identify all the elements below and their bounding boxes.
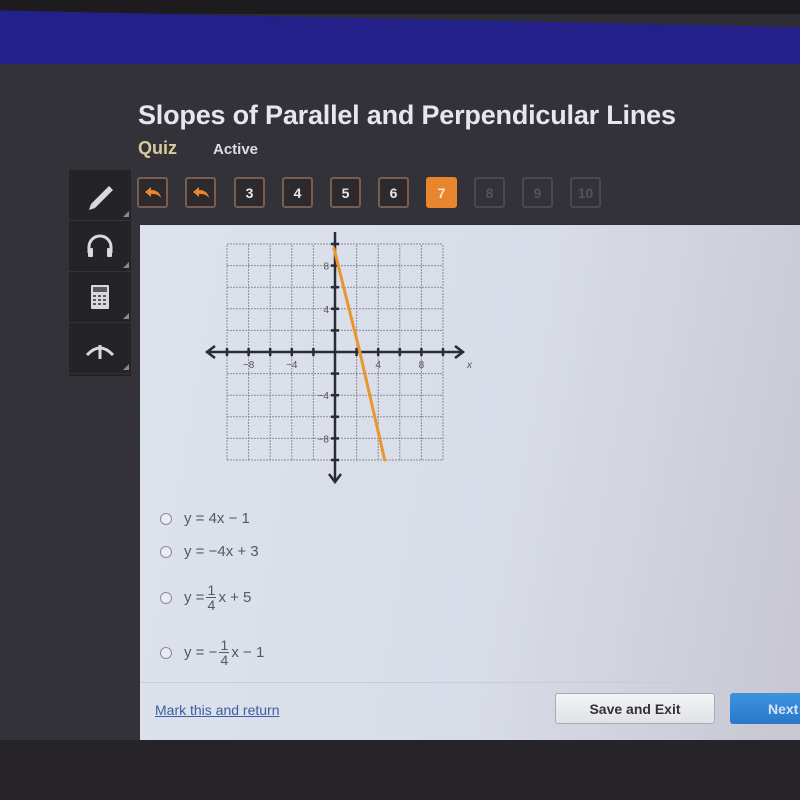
collapse-arrow-icon [85, 345, 115, 359]
back-arrow-icon [144, 186, 161, 198]
denominator: 4 [207, 597, 216, 613]
pencil-tool[interactable] [69, 170, 131, 221]
radio-button[interactable] [160, 591, 172, 604]
x-tick-label: 4 [375, 360, 381, 371]
radio-button[interactable] [160, 512, 172, 525]
answer-choice-a[interactable]: y = 4x − 1 [160, 510, 250, 527]
mark-and-return-link[interactable]: Mark this and return [155, 702, 280, 718]
equation: y = 4x − 1 [184, 510, 250, 527]
equation-prefix: y = − [184, 644, 218, 661]
pencil-icon [89, 186, 113, 210]
tool-menu-corner [123, 364, 129, 370]
x-tick-label: −8 [243, 360, 255, 371]
numerator: 1 [220, 637, 229, 653]
tool-menu-corner [123, 262, 129, 268]
y-tick-label: 8 [323, 262, 329, 273]
answer-choice-d[interactable]: y = − 1 4 x − 1 [160, 638, 264, 667]
bottom-bezel [0, 740, 800, 800]
coordinate-graph: −8 −4 4 8 8 4 −4 −8 x [204, 232, 473, 485]
equation-prefix: y = [184, 589, 205, 606]
question-3-button[interactable]: 3 [234, 177, 265, 208]
tool-sidebar [69, 170, 131, 376]
activity-type: Quiz [138, 138, 177, 158]
x-tick-label: 8 [419, 360, 425, 371]
answer-choice-b[interactable]: y = −4x + 3 [160, 543, 259, 560]
question-4-button[interactable]: 4 [282, 177, 313, 208]
top-bezel [0, 0, 800, 14]
question-6-button[interactable]: 6 [378, 177, 409, 208]
denominator: 4 [220, 652, 229, 668]
radio-button[interactable] [160, 646, 172, 659]
question-10-button: 10 [570, 177, 601, 208]
equation-suffix: x + 5 [218, 589, 252, 606]
headphones-icon [87, 234, 113, 257]
equation-suffix: x − 1 [231, 644, 265, 661]
question-9-button: 9 [522, 177, 553, 208]
save-and-exit-button[interactable]: Save and Exit [555, 693, 715, 724]
equation: y = −4x + 3 [184, 543, 259, 560]
question-5-button[interactable]: 5 [330, 177, 361, 208]
equation: y = − 1 4 x − 1 [184, 638, 264, 667]
footer-divider [140, 682, 800, 683]
collapse-tool[interactable] [69, 323, 131, 374]
tool-menu-corner [123, 211, 129, 217]
calculator-icon [91, 285, 109, 309]
answer-choice-c[interactable]: y = 1 4 x + 5 [160, 583, 251, 612]
y-tick-label: 4 [323, 305, 329, 316]
y-tick-label: −8 [318, 434, 330, 445]
radio-button[interactable] [160, 545, 172, 558]
back-button[interactable] [137, 177, 168, 208]
x-tick-label: −4 [286, 360, 298, 371]
activity-status: Active [213, 141, 259, 158]
calculator-tool[interactable] [69, 272, 131, 323]
numerator: 1 [207, 582, 216, 598]
audio-tool[interactable] [69, 221, 131, 272]
fraction: 1 4 [219, 637, 230, 668]
x-axis-label: x [466, 360, 473, 371]
y-tick-label: −4 [318, 391, 330, 402]
page-title: Slopes of Parallel and Perpendicular Lin… [138, 100, 676, 130]
question-8-button: 8 [474, 177, 505, 208]
previous-button[interactable] [185, 177, 216, 208]
next-button[interactable]: Next [730, 693, 800, 724]
question-7-button[interactable]: 7 [426, 177, 457, 208]
tool-menu-corner [123, 313, 129, 319]
back-arrow-icon [192, 186, 209, 198]
fraction: 1 4 [206, 582, 217, 613]
equation: y = 1 4 x + 5 [184, 583, 251, 612]
